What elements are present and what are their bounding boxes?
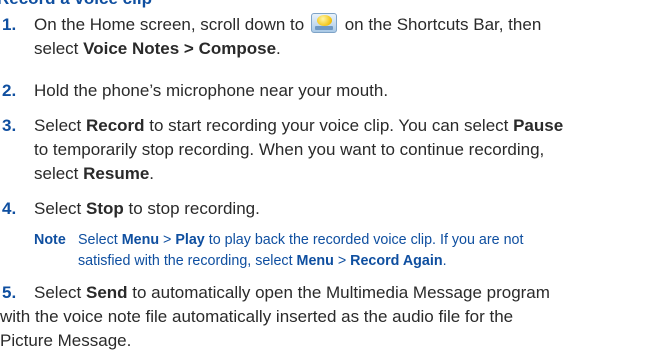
step-3: 3. Select Record to start recording your… — [0, 114, 649, 186]
step-5-line-2: with the voice note file automatically i… — [0, 307, 514, 326]
step-5-line-3: Picture Message. — [0, 331, 132, 350]
note-label: Note — [34, 232, 66, 248]
step-1-line-2: select Voice Notes > Compose. — [34, 39, 281, 58]
step-number: 4. — [2, 199, 17, 218]
step-4-line-1: Select Stop to stop recording. — [34, 199, 260, 218]
step-4: 4. Select Stop to stop recording. — [0, 197, 649, 221]
step-number: 5. — [2, 283, 17, 302]
step-5-line-1: Select Send to automatically open the Mu… — [34, 283, 550, 302]
step-1: 1. On the Home screen, scroll down to on… — [0, 13, 649, 61]
note-box: Note Select Menu > Play to play back the… — [34, 230, 644, 272]
voice-notes-shortcut-icon — [310, 13, 337, 33]
step-1-line-1: On the Home screen, scroll down to on th… — [34, 13, 542, 34]
step-3-line-3: select Resume. — [34, 164, 155, 183]
note-line-1: Select Menu > Play to play back the reco… — [78, 232, 524, 248]
step-2: 2. Hold the phone’s microphone near your… — [0, 79, 649, 103]
step-number: 3. — [2, 116, 17, 135]
section-heading: Record a voice clip — [0, 0, 152, 9]
step-3-line-1: Select Record to start recording your vo… — [34, 116, 564, 135]
step-number: 2. — [2, 81, 17, 100]
step-3-line-2: to temporarily stop recording. When you … — [34, 140, 545, 159]
note-line-2: satisfied with the recording, select Men… — [78, 253, 447, 269]
step-2-line-1: Hold the phone’s microphone near your mo… — [34, 81, 389, 100]
menu-path: Voice Notes > Compose — [83, 39, 277, 58]
step-5: 5. Select Send to automatically open the… — [0, 281, 649, 353]
step-number: 1. — [2, 15, 17, 34]
